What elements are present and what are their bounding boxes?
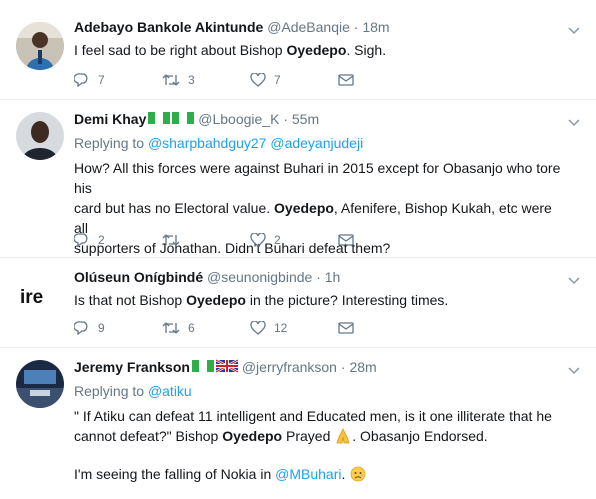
like-count: 7 (274, 73, 281, 87)
like-icon (250, 321, 266, 335)
folded-hands-emoji-icon (336, 428, 350, 444)
mention-link[interactable]: @sharpbahdguy27 (148, 135, 267, 151)
avatar[interactable] (16, 112, 64, 160)
reply-count: 9 (98, 321, 105, 335)
timestamp[interactable]: 1h (325, 269, 341, 285)
retweet-button[interactable]: 3 (162, 73, 250, 87)
mention-link[interactable]: @atiku (148, 383, 192, 399)
retweet-count: 6 (188, 321, 195, 335)
replying-label: Replying to (74, 383, 145, 399)
avatar[interactable]: ire (16, 272, 64, 320)
nigeria-flag-icon (191, 360, 214, 372)
like-count: 12 (274, 321, 288, 335)
author-handle[interactable]: @Lboogie_K (198, 111, 279, 127)
timestamp[interactable]: 18m (362, 19, 389, 35)
author-handle[interactable]: @AdeBanqie (267, 19, 350, 35)
avatar[interactable] (16, 360, 64, 408)
tweet-text: I feel sad to be right about Bishop (74, 42, 287, 58)
reply-count: 2 (98, 233, 105, 247)
tweet-1[interactable]: Adebayo Bankole Akintunde @AdeBanqie · 1… (0, 0, 596, 100)
separator-dot: · (283, 111, 288, 127)
reply-icon (74, 73, 88, 87)
author-handle[interactable]: @seunonigbinde (207, 269, 312, 285)
retweet-count: 3 (188, 73, 195, 87)
like-icon (250, 233, 266, 247)
tweet-3[interactable]: ire Olúseun Onígbindé @seunonigbinde · 1… (0, 258, 596, 348)
tweet-text: . (341, 466, 346, 482)
chevron-down-icon[interactable] (568, 24, 580, 38)
mention-link[interactable]: @adeyanjudeji (270, 135, 363, 151)
timestamp[interactable]: 28m (349, 359, 376, 375)
tweet-text-line: " If Atiku can defeat 11 intelligent and… (74, 408, 552, 424)
timestamp[interactable]: 55m (292, 111, 319, 127)
message-icon (338, 234, 354, 246)
author-name[interactable]: Jeremy Frankson (74, 359, 190, 375)
chevron-down-icon[interactable] (568, 364, 580, 378)
tweet-feed: Adebayo Bankole Akintunde @AdeBanqie · 1… (0, 0, 596, 499)
tweet-text-line: How? All this forces were against Buhari… (74, 160, 561, 196)
tweet-text: . Obasanjo Endorsed. (352, 428, 488, 444)
direct-message-button[interactable] (338, 73, 426, 87)
reply-button[interactable]: 9 (74, 321, 162, 335)
author-name[interactable]: Demi Khay (74, 111, 146, 127)
retweet-icon (162, 74, 180, 86)
reply-icon (74, 321, 88, 335)
tweet-text-highlight: Oyedepo (286, 42, 347, 58)
reply-icon (74, 233, 88, 247)
tweet-text: I'm seeing the falling of Nokia in (74, 466, 276, 482)
reply-button[interactable]: 7 (74, 73, 162, 87)
separator-dot: · (340, 359, 346, 375)
crying-face-emoji-icon (350, 466, 366, 482)
like-button[interactable]: 7 (250, 73, 338, 87)
avatar[interactable] (16, 22, 64, 70)
retweet-icon (162, 234, 180, 246)
tweet-2[interactable]: Demi Khay @Lboogie_K · 55m Replying to @… (0, 100, 596, 258)
retweet-button[interactable]: 6 (162, 321, 250, 335)
tweet-text: Is that not Bishop (74, 292, 187, 308)
avatar-logo-text: ire (20, 287, 43, 308)
tweet-4[interactable]: Jeremy Frankson @jerryfrankson · 28m Rep… (0, 348, 596, 499)
author-name[interactable]: Olúseun Onígbindé (74, 269, 203, 285)
reply-button[interactable]: 2 (74, 233, 162, 247)
reply-count: 7 (98, 73, 105, 87)
like-count: 2 (274, 233, 281, 247)
mention-link[interactable]: @MBuhari (275, 466, 341, 482)
tweet-text: . Sigh. (346, 42, 387, 58)
separator-dot: · (316, 269, 321, 285)
replying-label: Replying to (74, 135, 145, 151)
separator-dot: · (353, 19, 359, 35)
chevron-down-icon[interactable] (568, 274, 580, 288)
tweet-text: in the picture? Interesting times. (245, 292, 449, 308)
nigeria-flag-icon (148, 112, 171, 124)
direct-message-button[interactable] (338, 233, 426, 247)
like-icon (250, 73, 266, 87)
message-icon (338, 322, 354, 334)
retweet-button[interactable] (162, 233, 250, 247)
message-icon (338, 74, 354, 86)
tweet-text: card but has no Electoral value. (74, 200, 275, 216)
tweet-text-highlight: Oyedepo (186, 292, 246, 308)
tweet-text: cannot defeat?" Bishop (74, 428, 223, 444)
direct-message-button[interactable] (338, 321, 426, 335)
like-button[interactable]: 12 (250, 321, 338, 335)
tweet-text-highlight: Oyedepo (222, 428, 283, 444)
tweet-text: Prayed (282, 428, 331, 444)
author-name[interactable]: Adebayo Bankole Akintunde (74, 19, 263, 35)
chevron-down-icon[interactable] (568, 116, 580, 130)
author-handle[interactable]: @jerryfrankson (242, 359, 337, 375)
like-button[interactable]: 2 (250, 233, 338, 247)
tweet-text-highlight: Oyedepo (274, 200, 334, 216)
uk-flag-icon (215, 359, 238, 373)
nigeria-flag-icon (172, 112, 195, 124)
retweet-icon (162, 322, 180, 334)
